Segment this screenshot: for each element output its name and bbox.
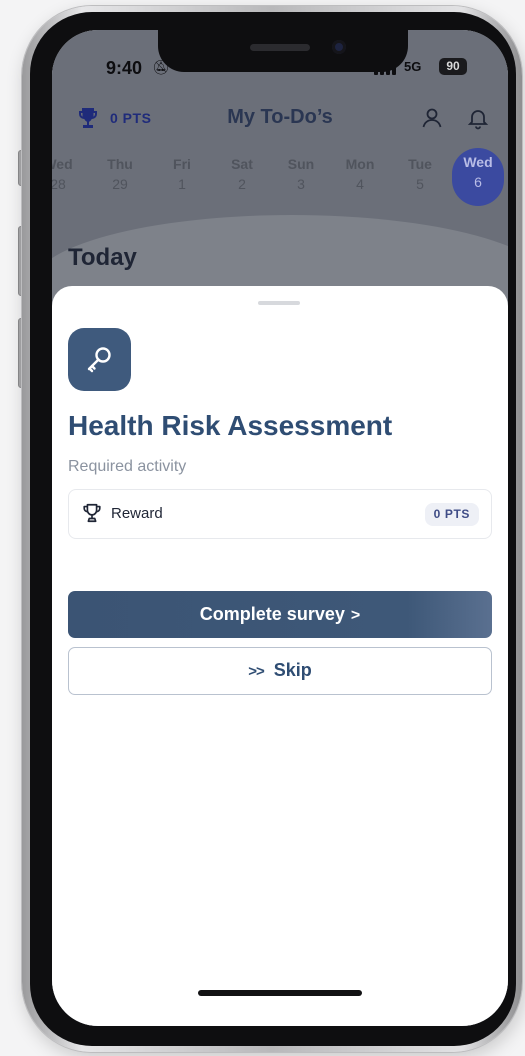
app-header: 0 PTS My To-Do’s — [52, 100, 508, 140]
complete-survey-button[interactable]: Complete survey > — [68, 591, 492, 638]
double-chevron-right-icon: >> — [248, 663, 265, 680]
chevron-right-icon: > — [350, 607, 361, 624]
key-icon — [68, 328, 131, 391]
day-item-selected[interactable]: Wed 6 — [452, 148, 504, 206]
day-item[interactable]: Fri 1 — [156, 156, 208, 192]
reward-points-badge: 0 PTS — [424, 503, 479, 526]
profile-icon[interactable] — [420, 106, 444, 130]
sheet-grabber[interactable] — [258, 301, 300, 305]
home-indicator[interactable] — [198, 990, 362, 996]
speaker-icon — [250, 44, 310, 51]
activity-title: Health Risk Assessment — [68, 410, 393, 441]
section-title: Today — [68, 244, 137, 271]
activity-subtitle: Required activity — [68, 458, 187, 475]
camera-icon — [332, 40, 346, 54]
week-day-selector: Wed28 Thu29 Fri1 Sat2 Sun3 Mon4 Tue5 Wed… — [52, 148, 508, 216]
status-time: 9:40 — [106, 58, 143, 78]
trophy-icon — [83, 503, 101, 523]
day-item[interactable]: Sat 2 — [216, 156, 268, 192]
day-item[interactable]: Thu 29 — [94, 156, 146, 192]
battery-icon: 90 — [439, 58, 467, 75]
network-label: 5G — [404, 59, 422, 74]
day-item[interactable]: Sun 3 — [275, 156, 327, 192]
skip-label: Skip — [273, 660, 312, 680]
day-item[interactable]: Mon 4 — [334, 156, 386, 192]
reward-row: Reward 0 PTS — [68, 489, 492, 539]
notch — [158, 30, 408, 72]
day-item[interactable]: Wed28 — [52, 156, 84, 192]
complete-survey-label: Complete survey — [199, 604, 345, 624]
reward-label: Reward — [111, 505, 163, 522]
phone-screen: 9:40 🔕︎ 5G 90 0 PTS My To-Do’s Wed28 Thu… — [52, 30, 508, 1026]
bell-icon[interactable] — [466, 106, 490, 130]
day-item[interactable]: Tue 5 — [394, 156, 446, 192]
skip-button[interactable]: >> Skip — [68, 647, 492, 695]
bottom-sheet: Health Risk Assessment Required activity… — [52, 286, 508, 1026]
